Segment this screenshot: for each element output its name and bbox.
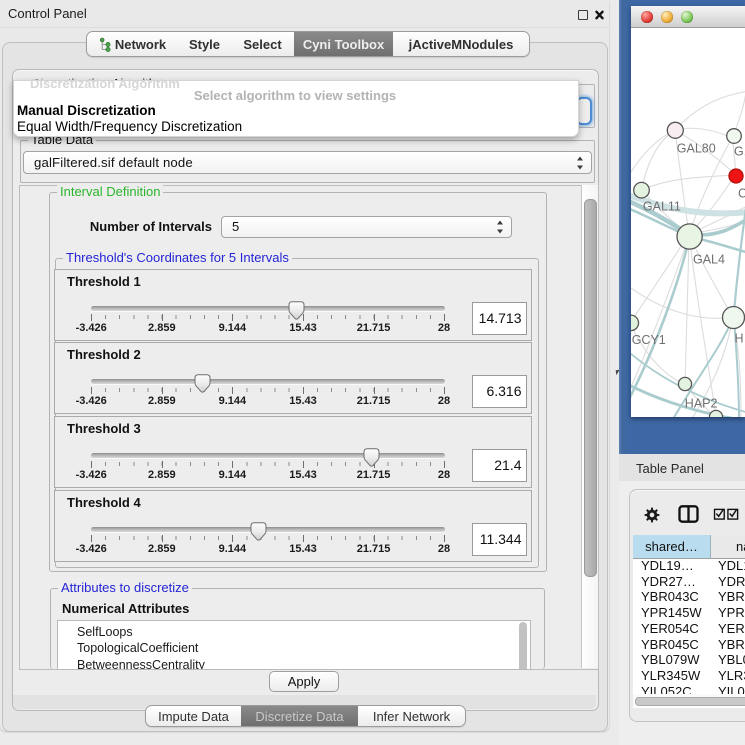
svg-text:GCY1: GCY1 [632, 333, 666, 347]
svg-text:GAL11: GAL11 [643, 200, 681, 214]
svg-text:HAP2: HAP2 [685, 397, 718, 411]
svg-text:GAL4: GAL4 [693, 253, 725, 267]
svg-text:GAL80: GAL80 [677, 142, 716, 156]
svg-text:C: C [738, 187, 745, 201]
svg-text:H: H [735, 332, 744, 346]
svg-text:G.: G. [734, 145, 745, 159]
